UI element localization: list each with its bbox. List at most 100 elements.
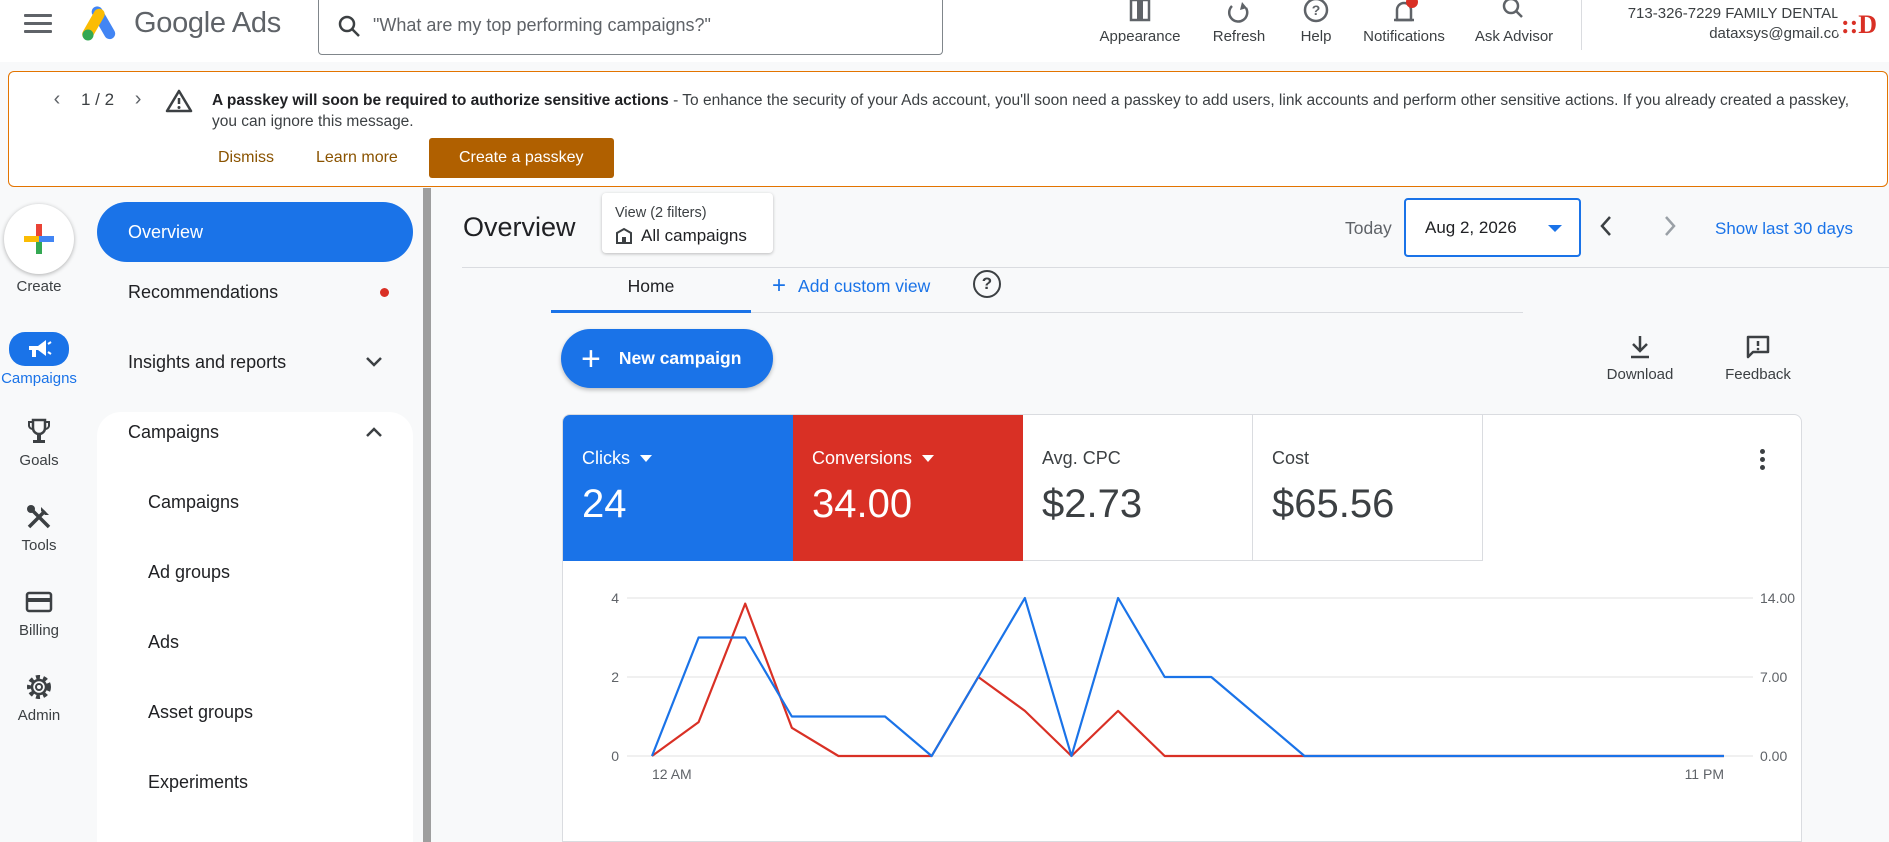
metric-name: Clicks	[582, 448, 652, 469]
rail-item-billing[interactable]: Billing	[0, 586, 78, 639]
dropdown-arrow-icon	[922, 455, 935, 462]
y-right-tick-label: 7.00	[1760, 669, 1787, 685]
left-rail: Create Campaigns Goals Tools Billing Adm…	[0, 190, 78, 842]
refresh-icon	[1227, 2, 1249, 23]
download-button[interactable]: Download	[1602, 334, 1678, 383]
chevron-left-icon[interactable]: ‹	[47, 88, 67, 111]
nav-item-campaigns-group[interactable]: Campaigns	[97, 402, 413, 462]
account-email: dataxsys@gmail.com	[1709, 25, 1852, 42]
download-icon	[1631, 336, 1649, 359]
search-box[interactable]	[318, 0, 943, 55]
gear-icon	[0, 671, 78, 703]
search-input[interactable]	[373, 15, 893, 36]
rail-item-admin[interactable]: Admin	[0, 671, 78, 724]
appearance-icon	[1129, 0, 1151, 22]
metric-name: Avg. CPC	[1042, 448, 1121, 469]
metric-clicks[interactable]: Clicks 24	[563, 415, 793, 561]
google-ads-logo[interactable]: Google Ads	[82, 5, 281, 41]
advisor-icon	[1502, 0, 1523, 18]
view-selector[interactable]: View (2 filters) All campaigns	[602, 193, 773, 253]
x-tick-label: 11 PM	[1685, 766, 1724, 782]
chevron-right-icon[interactable]: ›	[128, 88, 148, 111]
ask-advisor-button[interactable]: Ask Advisor	[1470, 0, 1558, 45]
rail-label-billing: Billing	[18, 622, 60, 639]
menu-icon[interactable]	[24, 14, 52, 36]
nav-label-insights: Insights and reports	[128, 351, 287, 372]
account-info[interactable]: 713-326-7229 FAMILY DENTAL... dataxsys@g…	[1598, 5, 1852, 42]
metric-label: Conversions	[812, 448, 913, 468]
header-divider	[1581, 0, 1582, 50]
date-value: Aug 2, 2026	[1425, 217, 1517, 237]
refresh-button[interactable]: Refresh	[1208, 0, 1270, 45]
chevron-down-icon	[366, 357, 382, 367]
create-passkey-button[interactable]: Create a passkey	[429, 138, 614, 178]
nav-item-ads[interactable]: Ads	[97, 612, 413, 672]
metric-value: 24	[582, 482, 627, 526]
tab-home[interactable]: Home	[551, 272, 751, 313]
nav-label-campaigns-group: Campaigns	[128, 421, 220, 442]
top-bar: Google Ads Appearance Refresh ? Help Not…	[0, 0, 1889, 62]
feedback-button[interactable]: Feedback	[1720, 334, 1796, 383]
show-last-30-days-link[interactable]: Show last 30 days	[1715, 219, 1853, 239]
rail-label-admin: Admin	[17, 707, 61, 724]
view-value: All campaigns	[615, 226, 747, 246]
today-label: Today	[1345, 218, 1392, 238]
metric-name: Conversions	[812, 448, 935, 469]
metric-label: Clicks	[582, 448, 630, 468]
chevron-right-icon[interactable]	[1661, 214, 1679, 238]
chevron-left-icon[interactable]	[1597, 214, 1615, 238]
nav-item-ad-groups[interactable]: Ad groups	[97, 542, 413, 602]
date-range-selector[interactable]: Aug 2, 2026	[1404, 198, 1581, 257]
nav-item-recommendations[interactable]: Recommendations	[97, 262, 413, 322]
more-options-icon[interactable]	[1760, 449, 1765, 473]
nav-item-insights[interactable]: Insights and reports	[97, 332, 413, 392]
rail-item-goals[interactable]: Goals	[0, 416, 78, 469]
new-campaign-button[interactable]: + New campaign	[561, 329, 773, 388]
create-button[interactable]	[4, 204, 74, 274]
metric-cost[interactable]: Cost $65.56	[1253, 415, 1483, 561]
rail-item-campaigns[interactable]: Campaigns	[0, 332, 78, 387]
help-icon[interactable]: ?	[973, 270, 1001, 298]
download-label: Download	[1606, 366, 1674, 383]
learn-more-button[interactable]: Learn more	[316, 138, 398, 178]
nav-label-overview: Overview	[128, 221, 204, 242]
google-ads-logo-icon	[82, 6, 116, 41]
appearance-button[interactable]: Appearance	[1097, 0, 1183, 45]
rail-item-tools[interactable]: Tools	[0, 501, 78, 554]
nav-item-asset-groups[interactable]: Asset groups	[97, 682, 413, 742]
avatar[interactable]: ::D	[1836, 4, 1882, 46]
add-custom-view-tab[interactable]: + Add custom view	[772, 272, 930, 310]
page-title: Overview	[463, 212, 576, 242]
rail-label-goals: Goals	[19, 452, 59, 469]
tools-icon	[0, 501, 78, 533]
megaphone-icon	[9, 332, 69, 366]
banner-page-count: 1 / 2	[81, 89, 115, 109]
nav-item-experiments[interactable]: Experiments	[97, 752, 413, 812]
metric-value: 34.00	[812, 482, 913, 526]
nav-label-recommendations: Recommendations	[128, 281, 279, 302]
avatar-text: ::D	[1840, 10, 1878, 39]
header-separator	[462, 267, 1889, 268]
building-icon	[616, 227, 632, 244]
chevron-up-icon	[366, 427, 382, 437]
main-content: Overview View (2 filters) All campaigns …	[432, 188, 1889, 842]
nav-scrollbar[interactable]	[423, 188, 431, 842]
performance-line-chart: 0 0.00 2 7.00 4 14.00 12 AM 11 PM	[611, 590, 1795, 782]
nav-item-campaigns[interactable]: Campaigns	[97, 472, 413, 532]
account-name: 713-326-7229 FAMILY DENTAL...	[1627, 5, 1852, 22]
view-value-text: All campaigns	[641, 226, 747, 245]
dismiss-button[interactable]: Dismiss	[218, 138, 274, 178]
banner-message: A passkey will soon be required to autho…	[212, 90, 1852, 132]
nav-item-overview[interactable]: Overview	[97, 202, 413, 262]
metric-avg-cpc[interactable]: Avg. CPC $2.73	[1023, 415, 1253, 561]
banner-pager: ‹ 1 / 2 ›	[47, 88, 148, 111]
add-custom-view-label: Add custom view	[798, 276, 931, 296]
help-button[interactable]: ? Help	[1297, 0, 1335, 45]
notifications-button[interactable]: Notifications	[1356, 0, 1452, 45]
metric-conversions[interactable]: Conversions 34.00	[793, 415, 1023, 561]
metric-label: Avg. CPC	[1042, 448, 1121, 468]
y-left-tick-label: 2	[611, 669, 619, 685]
rail-create-label[interactable]: Create	[0, 278, 78, 295]
metric-value: $65.56	[1272, 482, 1395, 526]
metric-name: Cost	[1272, 448, 1309, 469]
